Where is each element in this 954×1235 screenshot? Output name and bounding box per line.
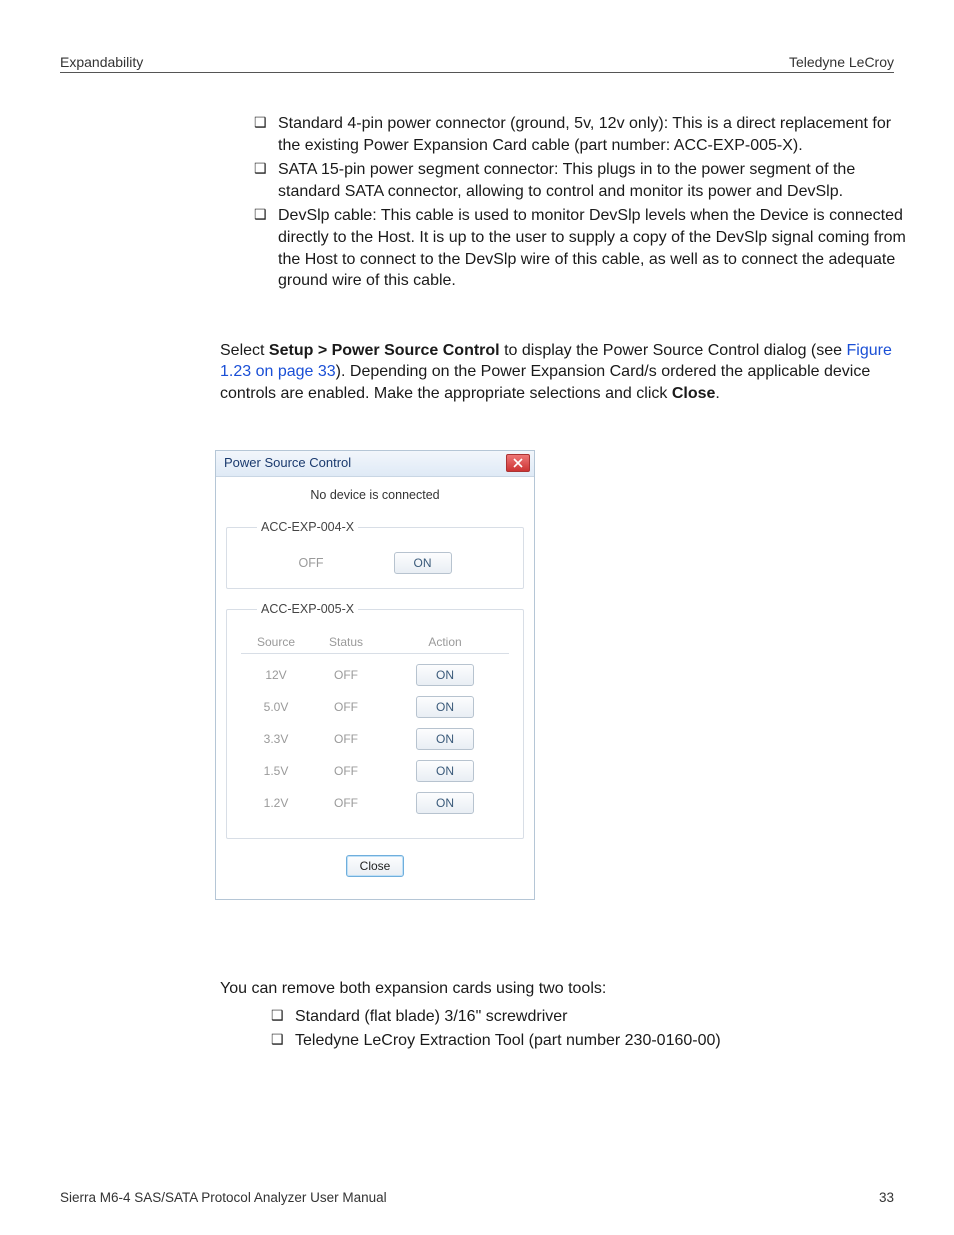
tools-list: Standard (flat blade) 3/16" screwdriver …: [220, 1006, 910, 1051]
table-row: 1.2V OFF ON: [241, 792, 509, 814]
on-button[interactable]: ON: [416, 664, 474, 686]
header-brand: Teledyne LeCroy: [789, 54, 894, 70]
group-legend: ACC-EXP-004-X: [257, 519, 358, 536]
cell-status: OFF: [311, 731, 381, 747]
instruction-paragraph: Select Setup > Power Source Control to d…: [220, 340, 910, 405]
group-acc-exp-005: ACC-EXP-005-X Source Status Action 12V O…: [226, 601, 524, 839]
page-number: 33: [879, 1190, 894, 1205]
close-word: Close: [672, 385, 716, 402]
dialog-screenshot: Power Source Control No device is connec…: [215, 450, 910, 901]
dialog-body: No device is connected ACC-EXP-004-X OFF…: [216, 477, 534, 900]
list-item: Standard 4-pin power connector (ground, …: [278, 113, 910, 156]
col-status: Status: [311, 634, 381, 650]
text: Select: [220, 342, 269, 359]
list-item: DevSlp cable: This cable is used to moni…: [278, 205, 910, 291]
dialog-footer: Close: [226, 851, 524, 889]
text: to display the Power Source Control dial…: [500, 342, 847, 359]
status-label: OFF: [299, 555, 324, 572]
list-item: SATA 15-pin power segment connector: Thi…: [278, 159, 910, 202]
cell-source: 5.0V: [241, 699, 311, 715]
on-button[interactable]: ON: [416, 792, 474, 814]
cell-source: 1.5V: [241, 763, 311, 779]
header-section: Expandability: [60, 54, 143, 70]
list-item: Standard (flat blade) 3/16" screwdriver: [295, 1006, 910, 1028]
footer-title: Sierra M6-4 SAS/SATA Protocol Analyzer U…: [60, 1190, 387, 1205]
removal-paragraph: You can remove both expansion cards usin…: [220, 978, 910, 1000]
header-rule: [60, 72, 894, 73]
group-legend: ACC-EXP-005-X: [257, 601, 358, 618]
cell-status: OFF: [311, 699, 381, 715]
feature-list: Standard 4-pin power connector (ground, …: [220, 113, 910, 292]
dialog-titlebar: Power Source Control: [216, 451, 534, 477]
on-button[interactable]: ON: [416, 760, 474, 782]
cell-source: 12V: [241, 667, 311, 683]
table-row: 3.3V OFF ON: [241, 728, 509, 750]
close-button[interactable]: Close: [346, 855, 404, 877]
no-device-label: No device is connected: [226, 483, 524, 514]
group-acc-exp-004: ACC-EXP-004-X OFF ON: [226, 519, 524, 589]
cell-source: 1.2V: [241, 795, 311, 811]
col-source: Source: [241, 634, 311, 650]
text: .: [715, 385, 719, 402]
col-action: Action: [381, 634, 509, 650]
cell-status: OFF: [311, 763, 381, 779]
table-row: 5.0V OFF ON: [241, 696, 509, 718]
table-header: Source Status Action: [241, 634, 509, 654]
body-content: Standard 4-pin power connector (ground, …: [220, 113, 910, 1051]
dialog-title: Power Source Control: [224, 454, 351, 472]
group004-row: OFF ON: [241, 552, 509, 574]
on-button[interactable]: ON: [416, 728, 474, 750]
power-source-control-dialog: Power Source Control No device is connec…: [215, 450, 535, 901]
cell-status: OFF: [311, 795, 381, 811]
close-icon[interactable]: [506, 454, 530, 472]
page-footer: Sierra M6-4 SAS/SATA Protocol Analyzer U…: [60, 1190, 894, 1205]
on-button[interactable]: ON: [394, 552, 452, 574]
cell-source: 3.3V: [241, 731, 311, 747]
table-row: 1.5V OFF ON: [241, 760, 509, 782]
page: Expandability Teledyne LeCroy Standard 4…: [0, 0, 954, 1235]
on-button[interactable]: ON: [416, 696, 474, 718]
list-item: Teledyne LeCroy Extraction Tool (part nu…: [295, 1030, 910, 1052]
menu-path: Setup > Power Source Control: [269, 342, 500, 359]
cell-status: OFF: [311, 667, 381, 683]
page-header: Expandability Teledyne LeCroy: [60, 54, 894, 70]
table-row: 12V OFF ON: [241, 664, 509, 686]
